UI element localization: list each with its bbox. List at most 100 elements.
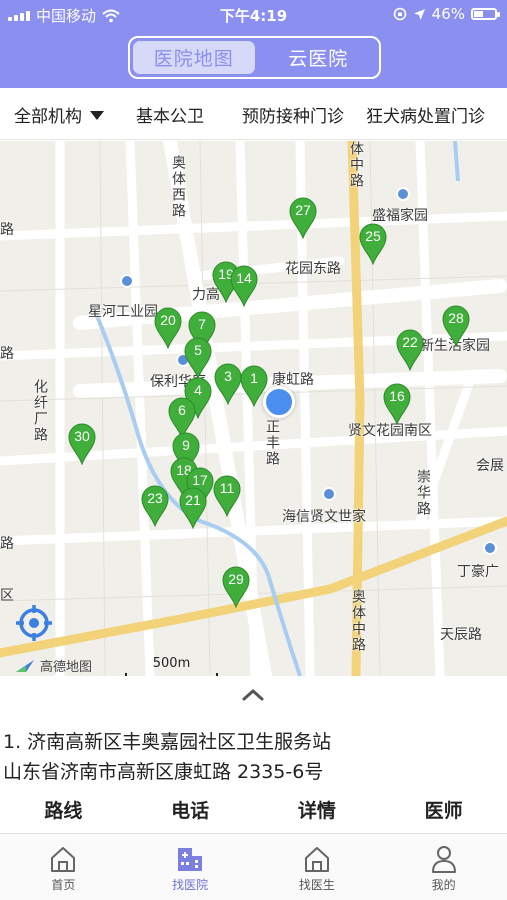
chevron-up-icon[interactable] (238, 686, 268, 704)
pin-number: 23 (147, 490, 163, 506)
map-provider-label: 高德地图 (40, 660, 93, 675)
filter-all-orgs-label: 全部机构 (14, 107, 82, 127)
poi-icon (322, 487, 336, 501)
details-button[interactable]: 详情 (254, 793, 381, 833)
hospital-pin[interactable]: 22 (396, 329, 424, 372)
map-provider-logo: 高德地图 (14, 656, 92, 675)
facility-address: 山东省济南市高新区康虹路 2335-6号 (3, 761, 324, 783)
tab-bar: 首页 找医院 找医生 我的 (0, 834, 507, 900)
road-label: 会展 (476, 458, 504, 474)
road-label: 区 (0, 588, 14, 604)
tab-profile[interactable]: 我的 (380, 834, 507, 900)
hospital-pin[interactable]: 5 (184, 337, 212, 380)
place-label: 丁豪广 (457, 564, 499, 580)
pin-number: 20 (160, 312, 176, 328)
tab-profile-label: 我的 (431, 878, 456, 892)
place-label: 盛福家园 (372, 208, 428, 224)
pin-number: 27 (295, 202, 311, 218)
filter-bar: 全部机构 基本公卫 预防接种门诊 狂犬病处置门诊 (0, 88, 507, 140)
road-label: 正丰路 (264, 419, 280, 467)
poi-icon (483, 541, 497, 555)
tab-home-label: 首页 (51, 878, 76, 892)
home-icon (51, 847, 76, 872)
segment-hospital-map[interactable]: 医院地图 (133, 41, 255, 74)
hospital-pin[interactable]: 14 (230, 265, 258, 308)
road-label: 路 (0, 222, 14, 238)
pin-number: 21 (185, 492, 201, 508)
road-label: 化纤厂路 (32, 379, 48, 443)
road-label: 奥体西路 (170, 155, 186, 219)
pin-number: 5 (194, 342, 202, 358)
place-label: 海信贤文世家 (282, 509, 366, 525)
facility-actions: 路线 电话 详情 医师 (0, 793, 507, 833)
doctors-button[interactable]: 医师 (380, 793, 507, 833)
pin-number: 30 (74, 428, 90, 444)
road-label: 路 (0, 536, 14, 552)
road-label: 崇华路 (415, 469, 431, 517)
pin-number: 3 (224, 368, 232, 384)
pin-number: 16 (389, 388, 405, 404)
hospital-pin[interactable]: 11 (213, 475, 241, 518)
hospital-pin[interactable]: 3 (214, 363, 242, 406)
road-label: 天辰路 (440, 627, 482, 643)
rotation-lock-icon (393, 7, 406, 21)
filter-all-orgs[interactable]: 全部机构 (14, 102, 104, 127)
facility-title[interactable]: 1. 济南高新区丰奥嘉园社区卫生服务站 (3, 727, 331, 754)
status-bar: 中国移动 下午4:19 46% (0, 0, 507, 28)
hospital-icon (178, 848, 203, 871)
pin-number: 17 (192, 472, 208, 488)
hospital-pin[interactable]: 29 (222, 566, 250, 609)
profile-icon (431, 846, 456, 873)
tab-find-doctor[interactable]: 找医生 (254, 834, 381, 900)
filter-basic-public-health[interactable]: 基本公卫 (136, 102, 204, 127)
tab-find-doctor-label: 找医生 (298, 878, 335, 892)
pin-number: 29 (228, 571, 244, 587)
hospital-pin[interactable]: 27 (289, 197, 317, 240)
hospital-pin[interactable]: 30 (68, 423, 96, 466)
pin-number: 4 (194, 382, 202, 398)
caret-down-icon (90, 111, 104, 120)
hospital-pin[interactable]: 16 (383, 383, 411, 426)
road-label: 花园东路 (285, 261, 341, 277)
battery-icon (471, 8, 500, 20)
pin-number: 25 (365, 228, 381, 244)
doctor-icon (304, 847, 329, 872)
road-label: 路 (0, 346, 14, 362)
pin-number: 14 (236, 270, 252, 286)
filter-vaccination-clinic[interactable]: 预防接种门诊 (242, 102, 344, 127)
pin-number: 6 (178, 402, 186, 418)
route-button[interactable]: 路线 (0, 793, 127, 833)
poi-icon (396, 187, 410, 201)
hospital-pin[interactable]: 28 (442, 305, 470, 348)
map-scale-bar (125, 673, 218, 676)
poi-icon (120, 274, 134, 288)
hospital-pin[interactable]: 20 (154, 307, 182, 350)
hospital-pin[interactable]: 21 (179, 487, 207, 530)
map-scale: 500m (125, 656, 218, 676)
filter-rabies-clinic[interactable]: 狂犬病处置门诊 (366, 102, 485, 127)
segmented-control: 医院地图 云医院 (128, 36, 381, 79)
phone-button[interactable]: 电话 (127, 793, 254, 833)
tab-find-hospital[interactable]: 找医院 (127, 834, 254, 900)
pin-number: 22 (402, 334, 418, 350)
tab-home[interactable]: 首页 (0, 834, 127, 900)
map-view[interactable]: 奥体西路 花园东路 康虹路 正丰路 化纤厂路 体中路 崇华路 天辰路 奥体中路 … (0, 141, 507, 676)
hospital-pin[interactable]: 23 (141, 485, 169, 528)
road-label: 奥体中路 (350, 589, 366, 653)
map-base (0, 141, 507, 676)
hospital-pin[interactable]: 25 (359, 223, 387, 266)
place-label: 星河工业园 (88, 304, 158, 320)
tab-find-hospital-label: 找医院 (172, 878, 209, 892)
pin-number: 9 (182, 437, 190, 453)
map-scale-label: 500m (152, 656, 191, 671)
segment-cloud-hospital[interactable]: 云医院 (258, 38, 380, 77)
pin-number: 28 (448, 310, 464, 326)
locate-me-icon[interactable] (14, 603, 54, 643)
pin-number: 11 (219, 480, 235, 496)
pin-number: 1 (250, 370, 258, 386)
road-label: 体中路 (348, 141, 364, 189)
battery-percent: 46% (431, 5, 465, 23)
pin-number: 7 (198, 316, 206, 332)
amap-logo-icon (16, 659, 34, 672)
app-header: 中国移动 下午4:19 46% 医院地图 云医院 (0, 0, 507, 88)
